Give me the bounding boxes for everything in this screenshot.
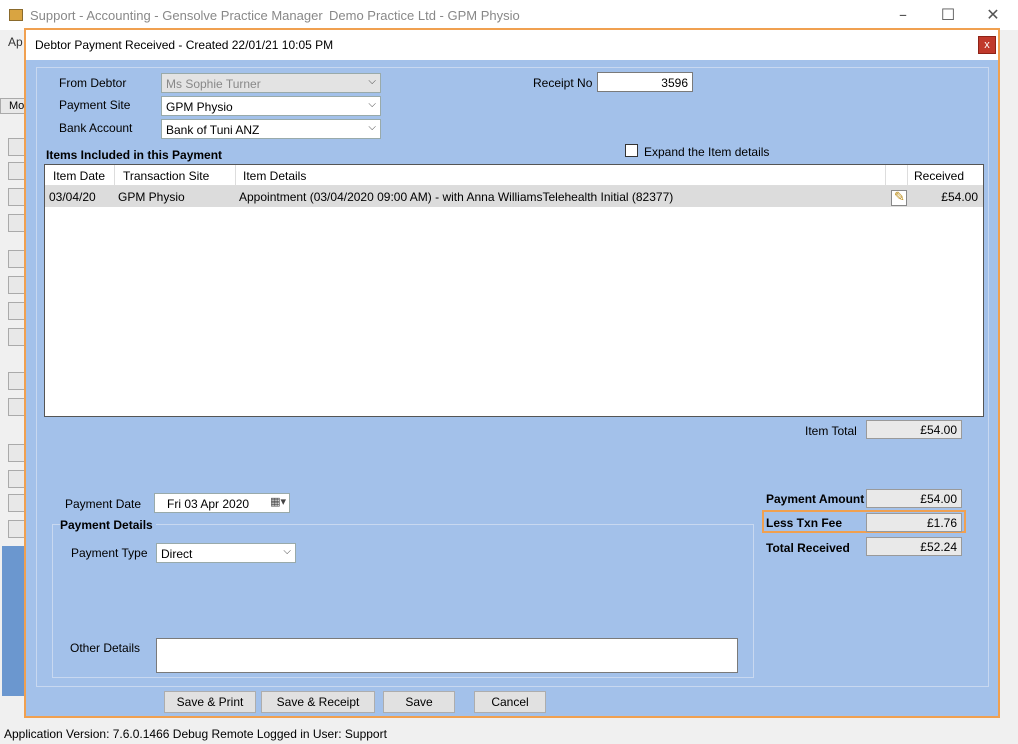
payment-site-value: GPM Physio [166, 100, 233, 114]
payment-site-label: Payment Site [59, 98, 131, 112]
save-print-button[interactable]: Save & Print [164, 691, 256, 713]
app-title-bar: Support - Accounting - Gensolve Practice… [0, 0, 1018, 30]
debtor-payment-dialog: Debtor Payment Received - Created 22/01/… [24, 28, 1000, 718]
bg-blue-strip [2, 546, 26, 696]
column-header-received[interactable]: Received [908, 165, 983, 186]
total-received-label: Total Received [766, 541, 850, 555]
from-debtor-label: From Debtor [59, 76, 127, 90]
maximize-icon[interactable]: ☐ [937, 4, 959, 26]
chevron-down-icon: ⌵ [283, 546, 291, 557]
payment-date-label: Payment Date [65, 497, 142, 511]
close-window-icon[interactable]: ✕ [982, 4, 1004, 26]
payment-type-value: Direct [161, 547, 193, 561]
items-grid: Item Date Transaction Site Item Details … [44, 164, 984, 417]
app-icon [9, 9, 23, 21]
column-header-item-details[interactable]: Item Details [236, 165, 886, 186]
menu-fragment[interactable]: Ap [8, 35, 23, 49]
other-details-label: Other Details [70, 641, 141, 655]
calendar-icon[interactable]: ▦▾ [270, 495, 286, 508]
row-item-details: Appointment (03/04/2020 09:00 AM) - with… [239, 190, 674, 204]
row-transaction-site: GPM Physio [118, 190, 185, 204]
payment-details-heading: Payment Details [60, 518, 156, 532]
other-details-input[interactable] [156, 638, 738, 673]
app-subtitle: Demo Practice Ltd - GPM Physio [329, 8, 520, 23]
bg-right-panel [998, 98, 1018, 718]
bg-left-panel [0, 116, 26, 736]
bg-tab[interactable]: Mo [0, 98, 26, 114]
item-total-label: Item Total [805, 424, 857, 438]
row-received: £54.00 [941, 190, 978, 204]
bank-account-value: Bank of Tuni ANZ [166, 123, 260, 137]
dialog-title-bar: Debtor Payment Received - Created 22/01/… [26, 30, 998, 60]
column-header-transaction-site[interactable]: Transaction Site [115, 165, 236, 186]
txn-fee-value: £1.76 [866, 513, 962, 532]
from-debtor-value: Ms Sophie Turner [166, 77, 261, 91]
payment-date-value: Fri 03 Apr 2020 [167, 497, 250, 511]
total-received-value: £52.24 [866, 537, 962, 556]
minimize-icon[interactable]: – [892, 4, 914, 26]
payment-site-select[interactable]: GPM Physio ⌵ [161, 96, 381, 116]
save-button[interactable]: Save [383, 691, 455, 713]
chevron-down-icon: ⌵ [368, 122, 376, 133]
edit-pencil-icon[interactable]: ✎ [891, 190, 907, 206]
payment-type-select[interactable]: Direct ⌵ [156, 543, 296, 563]
bank-account-label: Bank Account [59, 121, 133, 135]
cancel-button[interactable]: Cancel [474, 691, 546, 713]
payment-type-label: Payment Type [71, 546, 148, 560]
dialog-title: Debtor Payment Received - Created 22/01/… [35, 38, 334, 52]
row-item-date: 03/04/20 [49, 190, 96, 204]
from-debtor-select: Ms Sophie Turner ⌵ [161, 73, 381, 93]
column-header-item-date[interactable]: Item Date [45, 165, 115, 186]
expand-details-checkbox[interactable] [625, 144, 638, 157]
grid-header: Item Date Transaction Site Item Details … [45, 165, 983, 186]
receipt-no-input[interactable]: 3596 [597, 72, 693, 92]
table-row[interactable]: 03/04/20 GPM Physio Appointment (03/04/2… [45, 186, 983, 207]
column-header-edit [886, 165, 908, 186]
items-heading: Items Included in this Payment [46, 148, 223, 162]
bank-account-select[interactable]: Bank of Tuni ANZ ⌵ [161, 119, 381, 139]
expand-details-label: Expand the Item details [644, 145, 770, 159]
payment-amount-label: Payment Amount [766, 492, 865, 506]
payment-amount-value: £54.00 [866, 489, 962, 508]
save-receipt-button[interactable]: Save & Receipt [261, 691, 375, 713]
dialog-close-button[interactable]: x [978, 36, 996, 54]
chevron-down-icon: ⌵ [368, 76, 376, 87]
status-bar: Application Version: 7.6.0.1466 Debug Re… [0, 724, 1018, 744]
receipt-no-label: Receipt No [533, 76, 593, 90]
txn-fee-label: Less Txn Fee [766, 516, 843, 530]
bg-tab-label: Mo [9, 100, 25, 112]
payment-date-picker[interactable]: Fri 03 Apr 2020 ▦▾ [154, 493, 290, 513]
item-total-value: £54.00 [866, 420, 962, 439]
app-title: Support - Accounting - Gensolve Practice… [30, 8, 323, 23]
status-text: Application Version: 7.6.0.1466 Debug Re… [4, 727, 387, 741]
chevron-down-icon: ⌵ [368, 99, 376, 110]
